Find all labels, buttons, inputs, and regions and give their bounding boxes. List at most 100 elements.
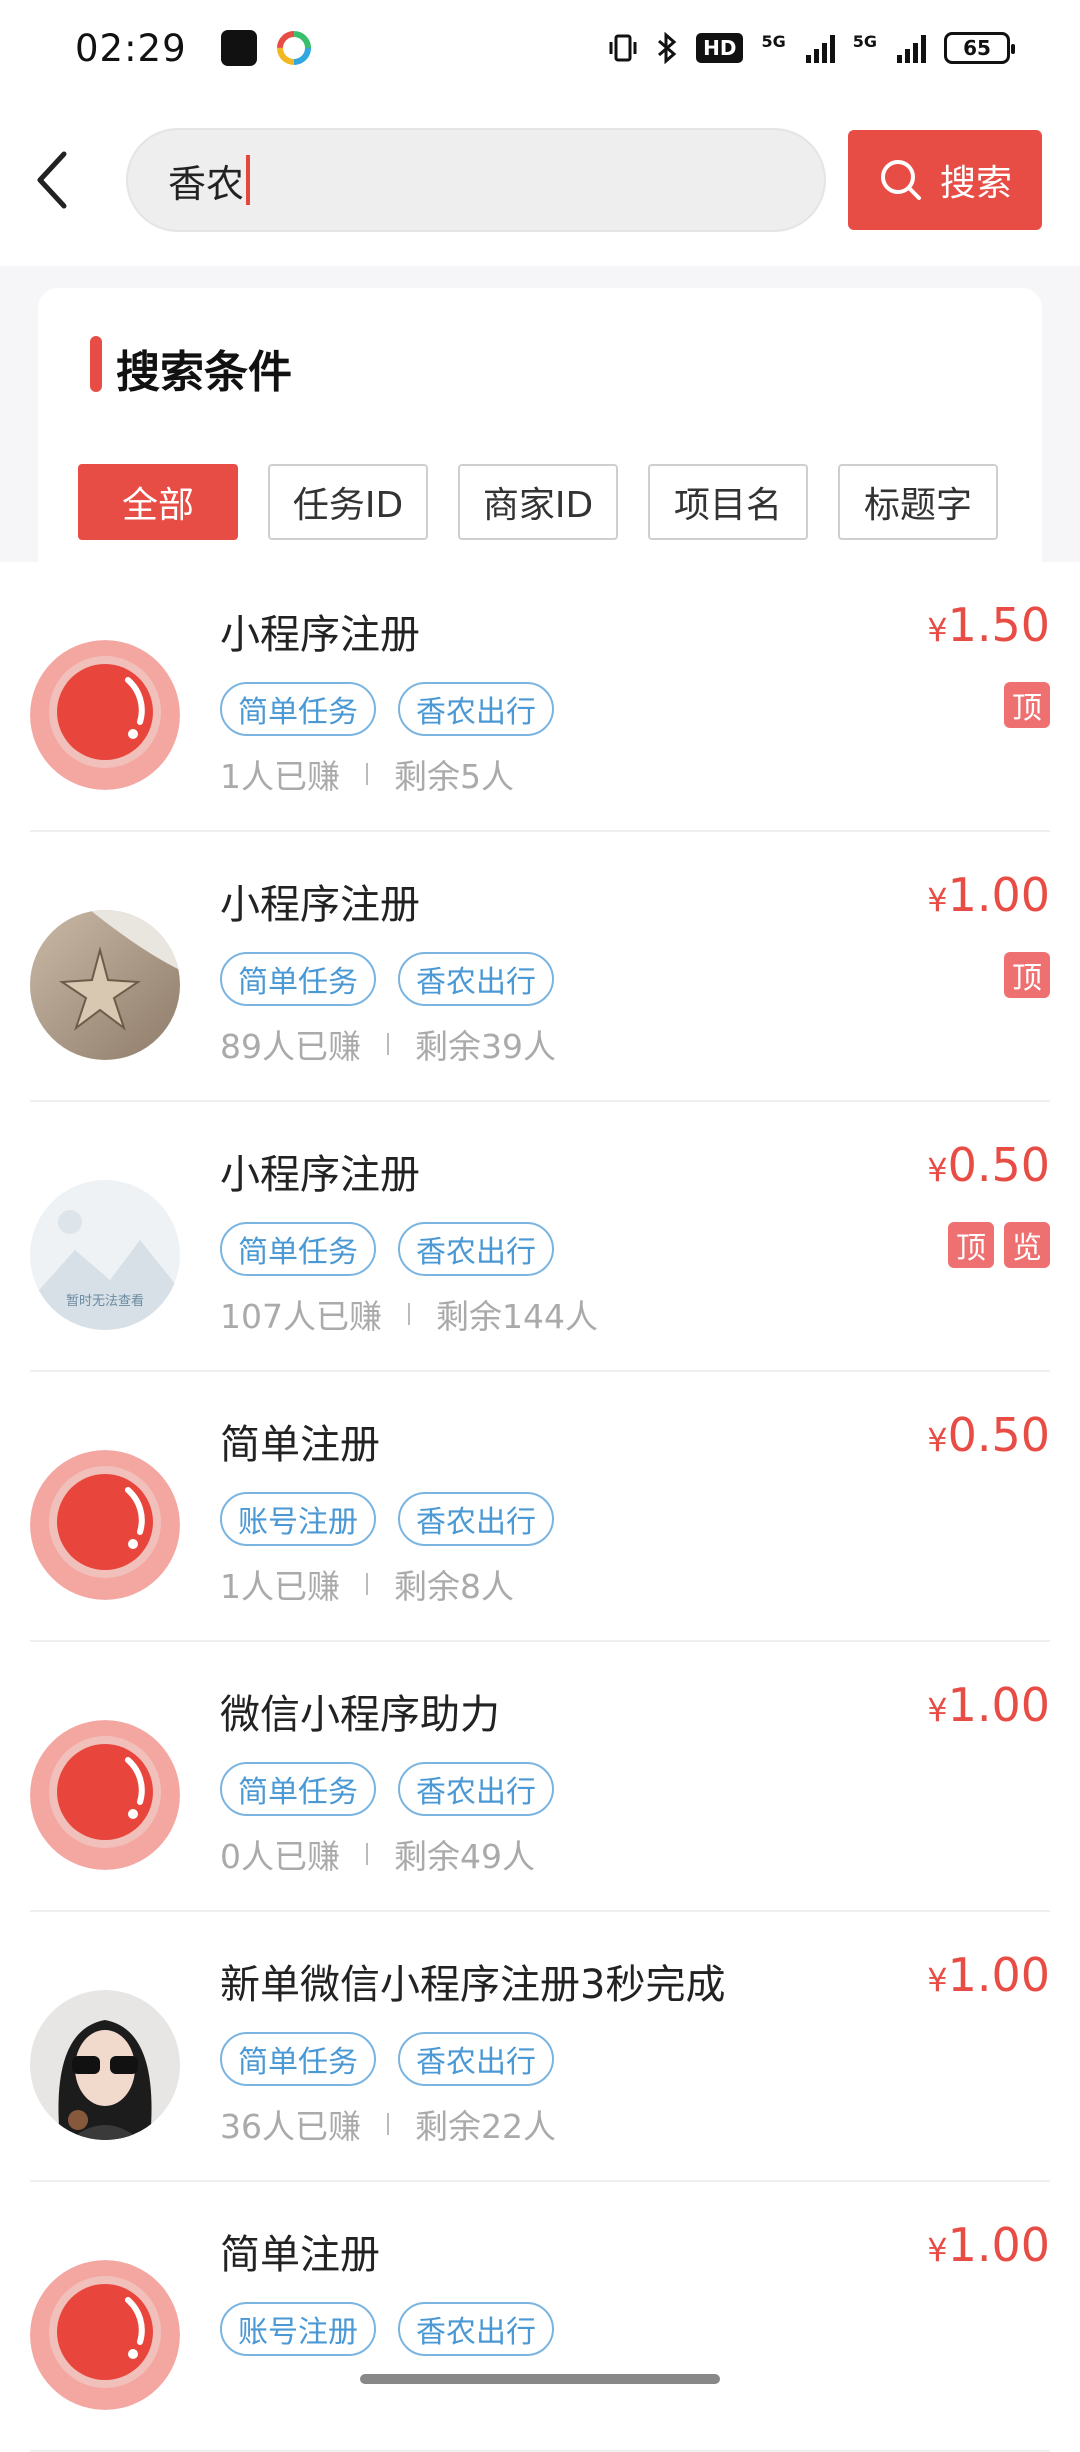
task-title: 微信小程序助力	[220, 1692, 500, 1738]
status-time: 02:29	[75, 26, 187, 70]
task-badges: 顶	[1004, 682, 1050, 728]
task-price: ¥1.50	[927, 598, 1050, 652]
remaining-count: 剩余144人	[436, 1297, 598, 1336]
search-icon	[880, 160, 921, 200]
task-badges: 顶	[1004, 952, 1050, 998]
task-list-item[interactable]: 小程序注册 简单任务 香农出行 89人已赚 剩余39人 ¥1.00 顶	[30, 832, 1050, 1102]
filter-chip-project-name[interactable]: 项目名	[648, 464, 808, 540]
vibrate-icon	[609, 34, 637, 62]
task-price: ¥0.50	[927, 1408, 1050, 1462]
remaining-count: 剩余22人	[415, 2107, 556, 2146]
back-arrow-icon[interactable]	[30, 146, 78, 214]
filter-chip-title[interactable]: 标题字	[838, 464, 998, 540]
task-tag: 香农出行	[398, 1222, 554, 1276]
search-button[interactable]: 搜索	[848, 130, 1042, 230]
task-list-item[interactable]: 暂时无法查看 小程序注册简单任务 香农出行 107人已赚 剩余144人 ¥0.50 顶览	[30, 1102, 1050, 1372]
task-stats: 1人已赚 剩余5人	[220, 750, 514, 798]
price-value: 0.50	[947, 1138, 1050, 1192]
filter-chip-task-id[interactable]: 任务ID	[268, 464, 428, 540]
remaining-count: 剩余49人	[394, 1837, 535, 1876]
task-tags: 简单任务 香农出行	[220, 1222, 554, 1276]
network-label-2: 5G	[852, 32, 877, 51]
price-value: 1.00	[947, 2218, 1050, 2272]
task-title: 小程序注册	[220, 882, 420, 928]
stats-divider	[408, 1303, 410, 1325]
task-title: 小程序注册	[220, 612, 420, 658]
hd-badge: HD	[696, 33, 744, 63]
task-price: ¥1.00	[927, 2218, 1050, 2272]
currency-symbol: ¥	[927, 1691, 948, 1729]
signal-icon-1	[805, 33, 835, 63]
task-badge: 顶	[948, 1222, 994, 1268]
task-stats: 36人已赚 剩余22人	[220, 2100, 556, 2148]
earned-count: 36人已赚	[220, 2107, 361, 2146]
currency-symbol: ¥	[927, 881, 948, 919]
search-input-value: 香农	[168, 161, 245, 206]
search-conditions-section: 搜索条件 全部 任务ID 商家ID 项目名 标题字	[0, 266, 1080, 562]
remaining-count: 剩余8人	[394, 1567, 514, 1606]
task-list-item[interactable]: 微信小程序助力简单任务 香农出行 0人已赚 剩余49人 ¥1.00	[30, 1642, 1050, 1912]
conditions-title: 搜索条件	[90, 336, 292, 400]
task-badge: 顶	[1004, 682, 1050, 728]
stats-divider	[387, 1033, 389, 1055]
stats-divider	[366, 763, 368, 785]
task-stats: 89人已赚 剩余39人	[220, 1020, 556, 1068]
task-tags: 账号注册 香农出行	[220, 1492, 554, 1546]
task-tags: 简单任务 香农出行	[220, 1762, 554, 1816]
task-list: 小程序注册 简单任务 香农出行 1人已赚 剩余5人 ¥1.50 顶小程序注册 简单任务 香农出行…	[0, 562, 1080, 2452]
task-tag: 香农出行	[398, 2302, 554, 2356]
filter-chip-merchant-id[interactable]: 商家ID	[458, 464, 618, 540]
task-tag: 账号注册	[220, 1492, 376, 1546]
currency-symbol: ¥	[927, 611, 948, 649]
price-value: 1.00	[947, 868, 1050, 922]
currency-symbol: ¥	[927, 1961, 948, 1999]
task-title: 简单注册	[220, 1422, 380, 1468]
earned-count: 1人已赚	[220, 757, 340, 796]
task-tag: 香农出行	[398, 1492, 554, 1546]
task-tag: 香农出行	[398, 682, 554, 736]
earned-count: 0人已赚	[220, 1837, 340, 1876]
earned-count: 89人已赚	[220, 1027, 361, 1066]
task-tags: 简单任务 香农出行	[220, 2032, 554, 2086]
task-list-item[interactable]: 简单注册账号注册 香农出行 ¥1.00	[30, 2182, 1050, 2452]
task-price: ¥0.50	[927, 1138, 1050, 1192]
task-title: 小程序注册	[220, 1152, 420, 1198]
currency-symbol: ¥	[927, 2231, 948, 2269]
task-avatar	[30, 1720, 180, 1870]
task-tag: 香农出行	[398, 1762, 554, 1816]
task-avatar: 暂时无法查看	[30, 1180, 180, 1330]
task-title: 简单注册	[220, 2232, 380, 2278]
task-price: ¥1.00	[927, 1678, 1050, 1732]
task-list-item[interactable]: 小程序注册 简单任务 香农出行 1人已赚 剩余5人 ¥1.50 顶	[30, 562, 1050, 832]
task-avatar	[30, 1990, 180, 2140]
task-title: 新单微信小程序注册3秒完成	[220, 1962, 726, 2008]
price-value: 1.00	[947, 1948, 1050, 2002]
price-value: 1.50	[947, 598, 1050, 652]
task-tag: 账号注册	[220, 2302, 376, 2356]
text-cursor	[246, 155, 251, 205]
home-indicator[interactable]	[360, 2374, 720, 2384]
currency-symbol: ¥	[927, 1151, 948, 1189]
task-avatar	[30, 2260, 180, 2410]
app-notification-icon	[220, 30, 257, 66]
task-list-item[interactable]: 新单微信小程序注册3秒完成简单任务 香农出行 36人已赚 剩余22人 ¥1.00	[30, 1912, 1050, 2182]
task-stats: 0人已赚 剩余49人	[220, 1830, 535, 1878]
task-tag: 香农出行	[398, 952, 554, 1006]
search-conditions-card: 搜索条件 全部 任务ID 商家ID 项目名 标题字	[38, 288, 1042, 562]
status-bar: 02:29 HD 5G 5G 65	[0, 0, 1080, 96]
price-value: 0.50	[947, 1408, 1050, 1462]
task-price: ¥1.00	[927, 1948, 1050, 2002]
earned-count: 107人已赚	[220, 1297, 382, 1336]
task-tags: 账号注册 香农出行	[220, 2302, 554, 2356]
currency-symbol: ¥	[927, 1421, 948, 1459]
search-header: 香农 搜索	[0, 96, 1080, 266]
task-stats: 107人已赚 剩余144人	[220, 1290, 598, 1338]
task-badge: 览	[1004, 1222, 1050, 1268]
filter-chip-all[interactable]: 全部	[78, 464, 238, 540]
remaining-count: 剩余5人	[394, 757, 514, 796]
task-tag: 香农出行	[398, 2032, 554, 2086]
task-list-item[interactable]: 简单注册 账号注册 香农出行 1人已赚 剩余8人 ¥0.50	[30, 1372, 1050, 1642]
task-tag: 简单任务	[220, 1222, 376, 1276]
search-input[interactable]: 香农	[126, 128, 826, 232]
stats-divider	[366, 1573, 368, 1595]
